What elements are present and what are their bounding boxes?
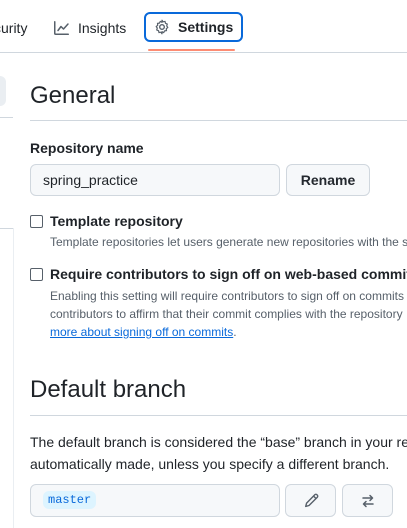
repository-name-input[interactable] bbox=[30, 164, 280, 196]
sidebar-divider bbox=[0, 228, 13, 229]
general-heading: General bbox=[30, 82, 116, 109]
require-signoff-description-line: contributors to affirm that their commit… bbox=[50, 307, 403, 321]
require-signoff-description-line: Enabling this setting will require contr… bbox=[50, 289, 404, 303]
require-signoff-label: Require contributors to sign off on web-… bbox=[50, 266, 407, 282]
sidebar-selected-item[interactable] bbox=[0, 76, 6, 106]
sidebar-divider bbox=[0, 117, 13, 118]
signoff-learn-more-link[interactable]: more about signing off on commits bbox=[50, 325, 233, 339]
tab-insights[interactable]: Insights bbox=[54, 12, 126, 44]
default-branch-field: master bbox=[30, 484, 280, 517]
pencil-icon bbox=[304, 493, 318, 507]
branch-name-badge: master bbox=[43, 491, 97, 509]
template-repository-label: Template repository bbox=[50, 213, 183, 229]
tab-settings-label: Settings bbox=[178, 19, 234, 35]
default-branch-description-line: automatically made, unless you specify a… bbox=[30, 456, 390, 472]
template-repository-description: Template repositories let users generate… bbox=[50, 235, 407, 249]
switch-branch-button[interactable] bbox=[342, 484, 393, 517]
default-branch-heading: Default branch bbox=[30, 376, 187, 403]
selected-tab-underline bbox=[148, 49, 235, 51]
tab-security-label: curity bbox=[0, 20, 28, 36]
graph-icon bbox=[54, 21, 69, 35]
tab-security[interactable]: curity bbox=[0, 12, 27, 44]
tab-settings[interactable]: Settings bbox=[144, 12, 244, 42]
arrow-switch-icon bbox=[361, 494, 374, 507]
sidebar-border bbox=[13, 228, 14, 528]
rename-branch-button[interactable] bbox=[285, 484, 336, 517]
tab-insights-label: Insights bbox=[78, 20, 127, 36]
require-signoff-checkbox[interactable] bbox=[30, 268, 43, 281]
repository-name-label: Repository name bbox=[30, 140, 144, 156]
section-divider bbox=[30, 415, 407, 416]
gear-icon bbox=[155, 19, 169, 35]
require-signoff-description-line: more about signing off on commits. bbox=[50, 323, 237, 341]
section-divider bbox=[30, 120, 407, 121]
default-branch-description-line: The default branch is considered the “ba… bbox=[30, 434, 407, 450]
template-repository-checkbox[interactable] bbox=[30, 215, 43, 228]
rename-button[interactable]: Rename bbox=[286, 164, 370, 196]
repo-tab-nav: curity Insights Settings bbox=[0, 0, 407, 53]
link-suffix: . bbox=[233, 325, 237, 339]
